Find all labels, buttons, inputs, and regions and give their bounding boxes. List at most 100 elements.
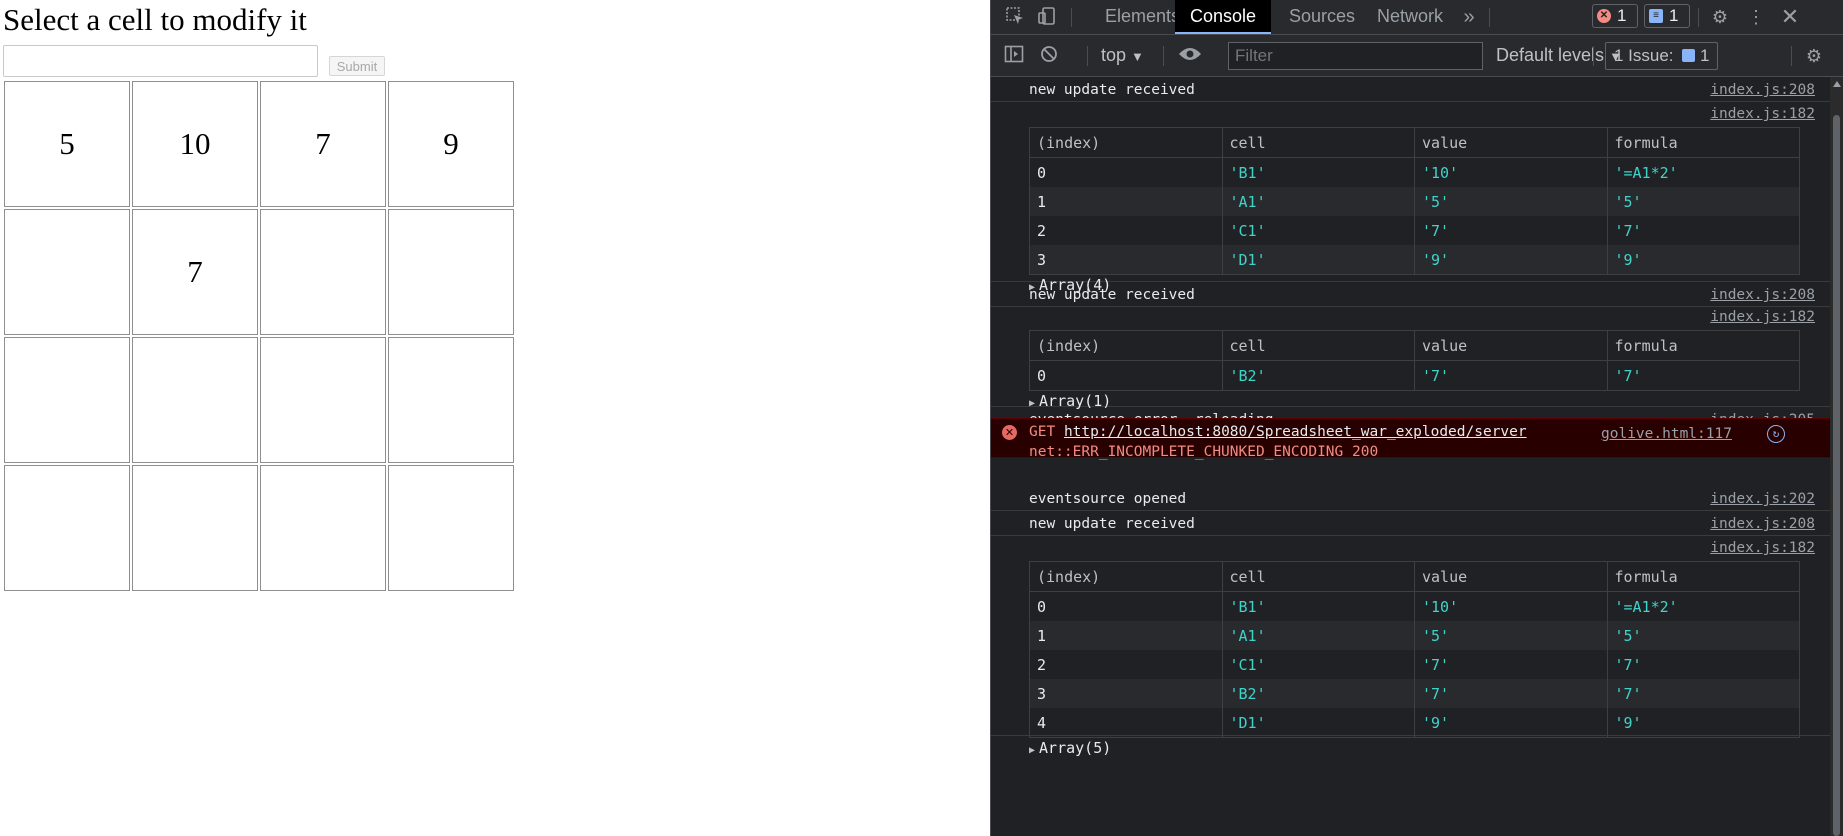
caret-down-icon: ▼ <box>1131 49 1144 64</box>
source-link[interactable]: index.js:208 <box>1710 516 1815 532</box>
context-value: top <box>1101 45 1127 65</box>
grid-cell[interactable] <box>4 209 130 335</box>
issues-button[interactable]: 1 Issue: 1 <box>1605 42 1719 70</box>
grid-cell[interactable] <box>4 337 130 463</box>
grid-cell[interactable]: 7 <box>132 209 258 335</box>
grid-row: 5 10 7 9 <box>4 81 514 207</box>
table-column-header[interactable]: cell <box>1221 561 1415 592</box>
table-column-header[interactable]: cell <box>1221 330 1415 361</box>
scroll-thumb[interactable] <box>1833 115 1840 836</box>
devtools-tabbar: Elements Console Sources Network » ✕ 1 ≡… <box>991 0 1843 35</box>
table-cell: 2 <box>1029 216 1223 245</box>
table-cell: 'D1' <box>1221 245 1415 275</box>
table-row: 2 'C1' '7' '7' <box>1029 216 1800 245</box>
log-levels-selector[interactable]: Default levels ▼ <box>1496 45 1622 66</box>
more-tabs-icon[interactable]: » <box>1457 6 1481 28</box>
table-cell: 'D1' <box>1221 708 1415 738</box>
table-column-header[interactable]: value <box>1414 127 1608 158</box>
source-link[interactable]: index.js:202 <box>1710 491 1815 507</box>
tab-sources[interactable]: Sources <box>1274 0 1370 34</box>
gear-icon[interactable]: ⚙ <box>1708 6 1732 28</box>
table-cell: '7' <box>1414 216 1608 245</box>
inspect-element-icon[interactable] <box>1003 6 1027 28</box>
table-row: 4 'D1' '9' '9' <box>1029 708 1800 738</box>
table-cell: 0 <box>1029 591 1223 621</box>
table-cell: 0 <box>1029 360 1223 391</box>
source-link[interactable]: golive.html:117 <box>1601 426 1732 442</box>
context-selector[interactable]: top ▼ <box>1101 45 1144 66</box>
table-column-header[interactable]: value <box>1414 330 1608 361</box>
table-cell: 0 <box>1029 157 1223 187</box>
grid-cell[interactable] <box>260 465 386 591</box>
table-column-header[interactable]: cell <box>1221 127 1415 158</box>
table-row: 1 'A1' '5' '5' <box>1029 621 1800 650</box>
table-cell: 2 <box>1029 650 1223 679</box>
console-settings-gear-icon[interactable]: ⚙ <box>1802 45 1826 67</box>
levels-value: Default levels <box>1496 45 1605 65</box>
table-cell: '7' <box>1414 360 1608 391</box>
table-cell: 'B1' <box>1221 591 1415 621</box>
grid-cell[interactable] <box>388 337 514 463</box>
request-url-link[interactable]: http://localhost:8080/Spreadsheet_war_ex… <box>1064 424 1527 440</box>
device-toolbar-icon[interactable] <box>1035 6 1059 28</box>
grid-row <box>4 337 514 463</box>
table-cell: '9' <box>1414 245 1608 275</box>
table-column-header[interactable]: formula <box>1606 330 1800 361</box>
error-count-badge[interactable]: ✕ 1 <box>1592 4 1638 28</box>
issue-message-icon <box>1682 49 1696 62</box>
eye-icon[interactable] <box>1178 45 1202 67</box>
table-column-header[interactable]: formula <box>1606 127 1800 158</box>
error-count: 1 <box>1617 6 1627 25</box>
table-column-header[interactable]: (index) <box>1029 561 1223 592</box>
console-filter-input[interactable] <box>1228 42 1483 70</box>
table-column-header[interactable]: formula <box>1606 561 1800 592</box>
network-request-icon[interactable]: ↻ <box>1767 425 1785 443</box>
grid-cell[interactable]: 9 <box>388 81 514 207</box>
tab-console[interactable]: Console <box>1175 0 1272 34</box>
submit-button[interactable]: Submit <box>329 56 385 76</box>
scroll-up-arrow-icon[interactable] <box>1833 81 1841 87</box>
table-column-header[interactable]: (index) <box>1029 127 1223 158</box>
grid-cell[interactable] <box>260 209 386 335</box>
source-link[interactable]: index.js:182 <box>1710 106 1815 122</box>
message-icon: ≡ <box>1649 9 1663 23</box>
sidebar-toggle-icon[interactable] <box>1002 45 1026 67</box>
table-cell: '9' <box>1606 245 1800 275</box>
source-link[interactable]: index.js:208 <box>1710 287 1815 303</box>
grid-cell[interactable]: 7 <box>260 81 386 207</box>
source-link[interactable]: index.js:208 <box>1710 82 1815 98</box>
grid-cell[interactable] <box>132 465 258 591</box>
clear-console-icon[interactable] <box>1037 45 1061 67</box>
grid-cell[interactable] <box>388 209 514 335</box>
error-icon: ✕ <box>1002 425 1017 440</box>
table-column-header[interactable]: value <box>1414 561 1608 592</box>
grid-cell[interactable] <box>260 337 386 463</box>
table-cell: '7' <box>1606 650 1800 679</box>
table-cell: 4 <box>1029 708 1223 738</box>
grid-cell[interactable]: 10 <box>132 81 258 207</box>
kebab-menu-icon[interactable]: ⋮ <box>1744 6 1768 28</box>
grid-row <box>4 465 514 591</box>
issues-count: 1 <box>1700 46 1710 65</box>
tab-network[interactable]: Network <box>1362 0 1458 34</box>
grid-cell[interactable] <box>4 465 130 591</box>
grid-cell[interactable]: 5 <box>4 81 130 207</box>
console-table-message: index.js:182 (index) cell value formula 0 'B1'… <box>991 536 1831 757</box>
table-cell: 'A1' <box>1221 187 1415 216</box>
message-count-badge[interactable]: ≡ 1 <box>1644 4 1690 28</box>
close-icon[interactable]: ✕ <box>1778 6 1802 28</box>
table-cell: '10' <box>1414 591 1608 621</box>
grid-cell[interactable] <box>388 465 514 591</box>
expand-triangle-icon: ▶ <box>1029 745 1036 756</box>
spreadsheet-grid: 5 10 7 9 7 <box>2 79 516 593</box>
table-cell: '7' <box>1414 679 1608 708</box>
table-cell: '=A1*2' <box>1606 591 1800 621</box>
grid-cell[interactable] <box>132 337 258 463</box>
console-scrollbar[interactable] <box>1830 77 1843 836</box>
table-column-header[interactable]: (index) <box>1029 330 1223 361</box>
array-expander[interactable]: ▶ Array(5) <box>1029 739 1111 757</box>
table-row: 2 'C1' '7' '7' <box>1029 650 1800 679</box>
source-link[interactable]: index.js:182 <box>1710 540 1815 556</box>
source-link[interactable]: index.js:182 <box>1710 309 1815 325</box>
cell-value-input[interactable] <box>3 45 318 77</box>
